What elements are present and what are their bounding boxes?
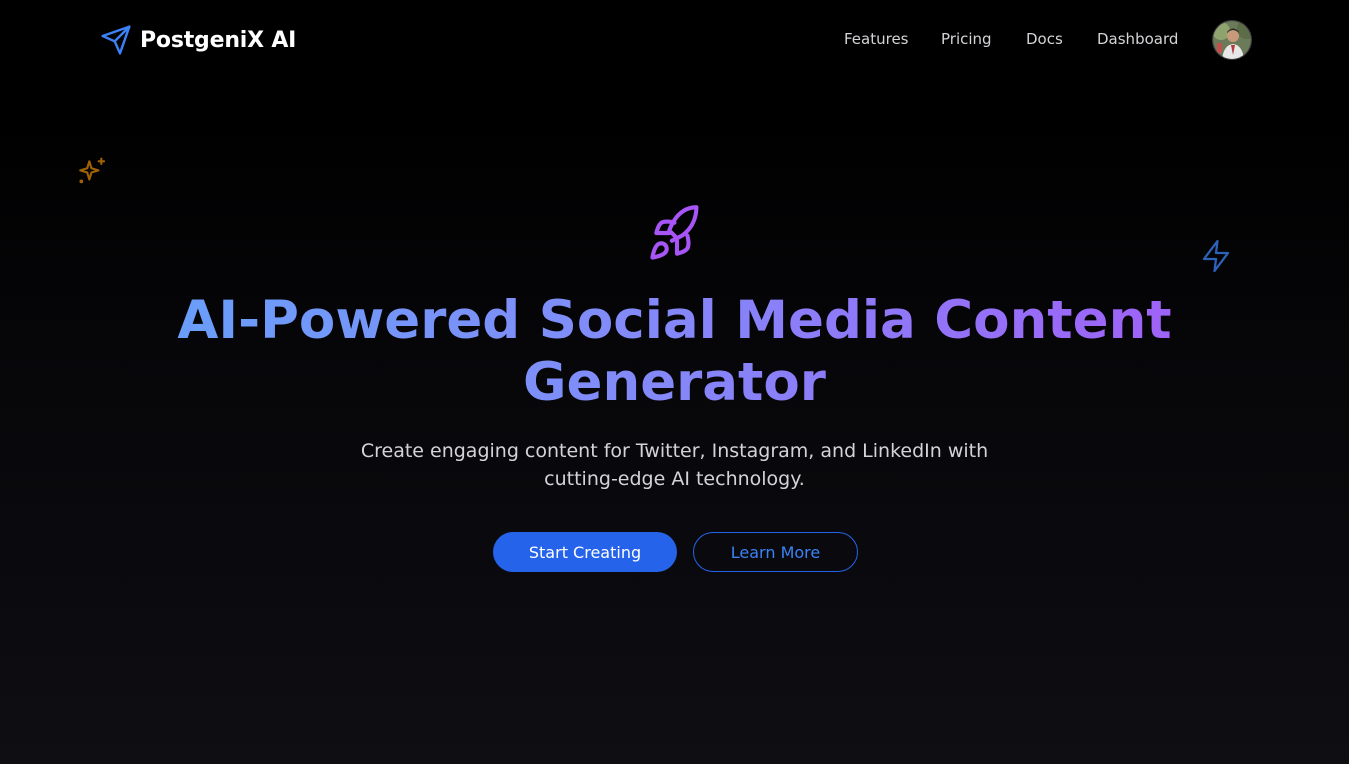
learn-more-button[interactable]: Learn More bbox=[693, 532, 858, 572]
start-creating-button[interactable]: Start Creating bbox=[493, 532, 677, 572]
top-navbar: PostgeniX AI Features Pricing Docs Dashb… bbox=[0, 0, 1349, 80]
nav-link-docs[interactable]: Docs bbox=[1026, 30, 1063, 48]
nav-link-features[interactable]: Features bbox=[844, 30, 909, 48]
user-avatar[interactable] bbox=[1212, 20, 1252, 60]
landing-page: PostgeniX AI Features Pricing Docs Dashb… bbox=[0, 0, 1349, 764]
rocket-icon bbox=[646, 202, 708, 268]
nav-link-pricing[interactable]: Pricing bbox=[941, 30, 992, 48]
avatar-image bbox=[1213, 21, 1251, 59]
nav-link-dashboard[interactable]: Dashboard bbox=[1097, 30, 1178, 48]
hero-subtitle: Create engaging content for Twitter, Ins… bbox=[360, 440, 989, 490]
hero-title: AI-Powered Social Media Content Generato… bbox=[0, 290, 1349, 414]
zap-icon bbox=[1198, 238, 1234, 278]
main-nav: Features Pricing Docs Dashboard bbox=[0, 30, 1349, 52]
sparkles-icon bbox=[76, 156, 108, 192]
